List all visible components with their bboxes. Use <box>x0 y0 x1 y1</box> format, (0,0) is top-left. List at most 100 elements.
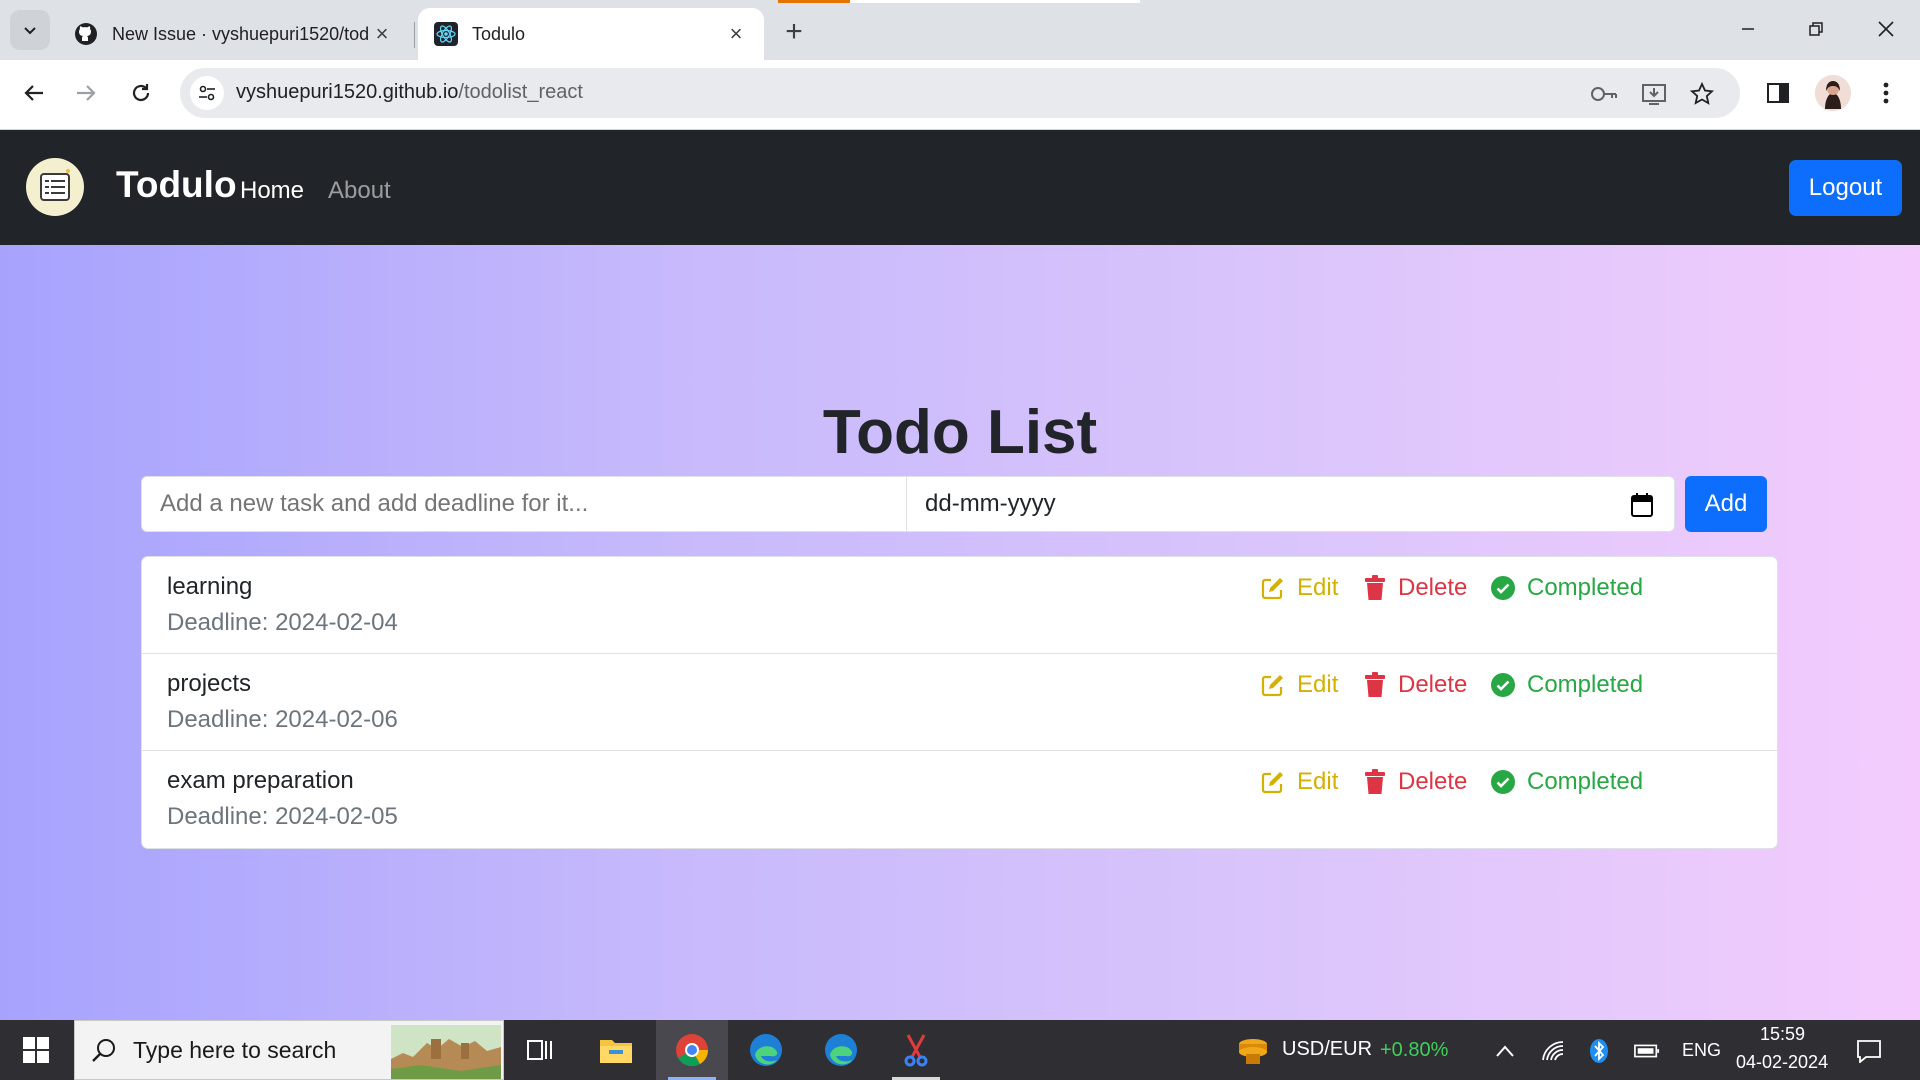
bluetooth-icon[interactable] <box>1586 1038 1612 1064</box>
search-placeholder: Type here to search <box>133 1036 337 1063</box>
clock-date[interactable]: 04-02-2024 <box>1736 1052 1828 1073</box>
delete-button[interactable]: Delete <box>1364 670 1467 700</box>
edge-taskbar-button[interactable] <box>730 1020 802 1080</box>
check-circle-icon <box>1491 673 1515 697</box>
chevron-up-icon[interactable] <box>1492 1038 1518 1064</box>
forward-button[interactable] <box>66 73 106 113</box>
os-taskbar: Type here to search USD/EUR +0.80% ENG 1… <box>0 1020 1920 1080</box>
logout-button[interactable]: Logout <box>1789 160 1902 216</box>
trash-icon <box>1365 769 1385 794</box>
edit-icon <box>1261 578 1283 600</box>
edit-button[interactable]: Edit <box>1261 670 1338 700</box>
todo-deadline: Deadline: 2024-02-06 <box>167 706 398 733</box>
site-info-button[interactable] <box>190 76 224 110</box>
browser-toolbar: vyshuepuri1520.github.io/todolist_react <box>0 60 1920 130</box>
tab-new-issue[interactable]: New Issue · vyshuepuri1520/todolist_reac… <box>58 8 410 60</box>
battery-icon[interactable] <box>1634 1038 1660 1064</box>
side-panel-icon[interactable] <box>1760 75 1796 111</box>
arrow-left-icon <box>24 85 43 101</box>
edge-icon <box>750 1034 782 1066</box>
language-indicator[interactable]: ENG <box>1682 1040 1721 1061</box>
install-app-icon[interactable] <box>1640 80 1668 108</box>
task-input[interactable] <box>141 476 907 532</box>
menu-kebab-icon[interactable] <box>1868 75 1904 111</box>
coins-icon[interactable] <box>1236 1034 1270 1068</box>
edit-label: Edit <box>1297 671 1339 698</box>
edit-icon <box>1261 772 1283 794</box>
minimize-button[interactable] <box>1714 0 1782 58</box>
restore-button[interactable] <box>1782 0 1850 58</box>
complete-button[interactable]: Completed <box>1491 573 1643 603</box>
tab-title: Todulo <box>472 23 526 44</box>
add-task-button[interactable]: Add <box>1685 476 1767 532</box>
close-icon[interactable]: × <box>724 21 748 46</box>
edit-button[interactable]: Edit <box>1261 767 1338 797</box>
restore-icon <box>1809 22 1823 36</box>
reload-button[interactable] <box>121 73 161 113</box>
close-icon[interactable]: × <box>370 21 394 46</box>
trash-icon <box>1365 672 1385 697</box>
edge-icon <box>825 1034 857 1066</box>
delete-button[interactable]: Delete <box>1364 767 1467 797</box>
search-highlight-image <box>391 1025 501 1079</box>
react-icon <box>434 22 458 46</box>
page-title: Todo List <box>822 398 1098 467</box>
taskbar-search[interactable]: Type here to search <box>74 1020 504 1080</box>
loading-indicator <box>778 0 850 3</box>
back-button[interactable] <box>14 73 54 113</box>
todo-text: exam preparation <box>167 767 354 794</box>
complete-label: Completed <box>1527 574 1644 601</box>
edit-button[interactable]: Edit <box>1261 573 1338 603</box>
start-button[interactable] <box>0 1020 72 1080</box>
nav-link-home[interactable]: Home <box>240 177 304 205</box>
todo-list: learning Deadline: 2024-02-04 Edit Delet… <box>141 556 1778 849</box>
tab-search-button[interactable] <box>10 10 50 50</box>
url-text: vyshuepuri1520.github.io/todolist_react <box>236 81 583 104</box>
trash-icon <box>1365 575 1385 600</box>
star-icon[interactable] <box>1688 80 1716 108</box>
clock-time[interactable]: 15:59 <box>1760 1024 1805 1045</box>
todo-item: learning Deadline: 2024-02-04 Edit Delet… <box>142 557 1777 654</box>
nav-link-about[interactable]: About <box>328 177 391 205</box>
chrome-taskbar-button[interactable] <box>656 1020 728 1080</box>
snipping-tool-button[interactable] <box>880 1020 952 1080</box>
close-window-button[interactable] <box>1852 0 1920 58</box>
search-icon <box>92 1039 115 1062</box>
app-logo[interactable] <box>26 158 84 216</box>
complete-button[interactable]: Completed <box>1491 670 1643 700</box>
delete-button[interactable]: Delete <box>1364 573 1467 603</box>
edge-profile-taskbar-button[interactable] <box>805 1020 877 1080</box>
tab-divider <box>414 22 415 48</box>
edit-label: Edit <box>1297 574 1339 601</box>
main-content: Todo List dd-mm-yyyy Add learning Deadli… <box>0 245 1920 1020</box>
browser-tabstrip: New Issue · vyshuepuri1520/todolist_reac… <box>0 0 1920 60</box>
task-view-button[interactable] <box>504 1020 576 1080</box>
complete-button[interactable]: Completed <box>1491 767 1643 797</box>
tab-todulo[interactable]: Todulo × <box>418 8 764 60</box>
brand-name[interactable]: Todulo <box>116 164 237 206</box>
file-explorer-button[interactable] <box>580 1020 652 1080</box>
todo-text: projects <box>167 670 252 697</box>
todo-deadline: Deadline: 2024-02-05 <box>167 803 398 830</box>
address-bar[interactable]: vyshuepuri1520.github.io/todolist_react <box>180 68 1740 118</box>
github-icon <box>74 22 98 46</box>
close-icon <box>1878 21 1894 37</box>
ticker-change[interactable]: +0.80% <box>1380 1039 1448 1062</box>
delete-label: Delete <box>1398 574 1468 601</box>
new-tab-button[interactable]: + <box>776 14 812 50</box>
notepad-icon <box>40 169 70 201</box>
arrow-right-icon <box>77 85 96 101</box>
profile-avatar[interactable] <box>1815 75 1851 111</box>
calendar-icon[interactable] <box>1630 492 1654 518</box>
wifi-icon[interactable] <box>1540 1038 1566 1064</box>
complete-label: Completed <box>1527 671 1644 698</box>
complete-label: Completed <box>1527 768 1644 795</box>
notification-icon[interactable] <box>1856 1038 1882 1064</box>
url-path: /todolist_react <box>458 81 583 103</box>
ticker-name[interactable]: USD/EUR <box>1282 1038 1372 1061</box>
todo-text: learning <box>167 573 253 600</box>
todo-item: exam preparation Deadline: 2024-02-05 Ed… <box>142 751 1777 848</box>
key-icon[interactable] <box>1590 80 1618 108</box>
todo-item: projects Deadline: 2024-02-06 Edit Delet… <box>142 654 1777 751</box>
deadline-date-input[interactable]: dd-mm-yyyy <box>907 476 1675 532</box>
